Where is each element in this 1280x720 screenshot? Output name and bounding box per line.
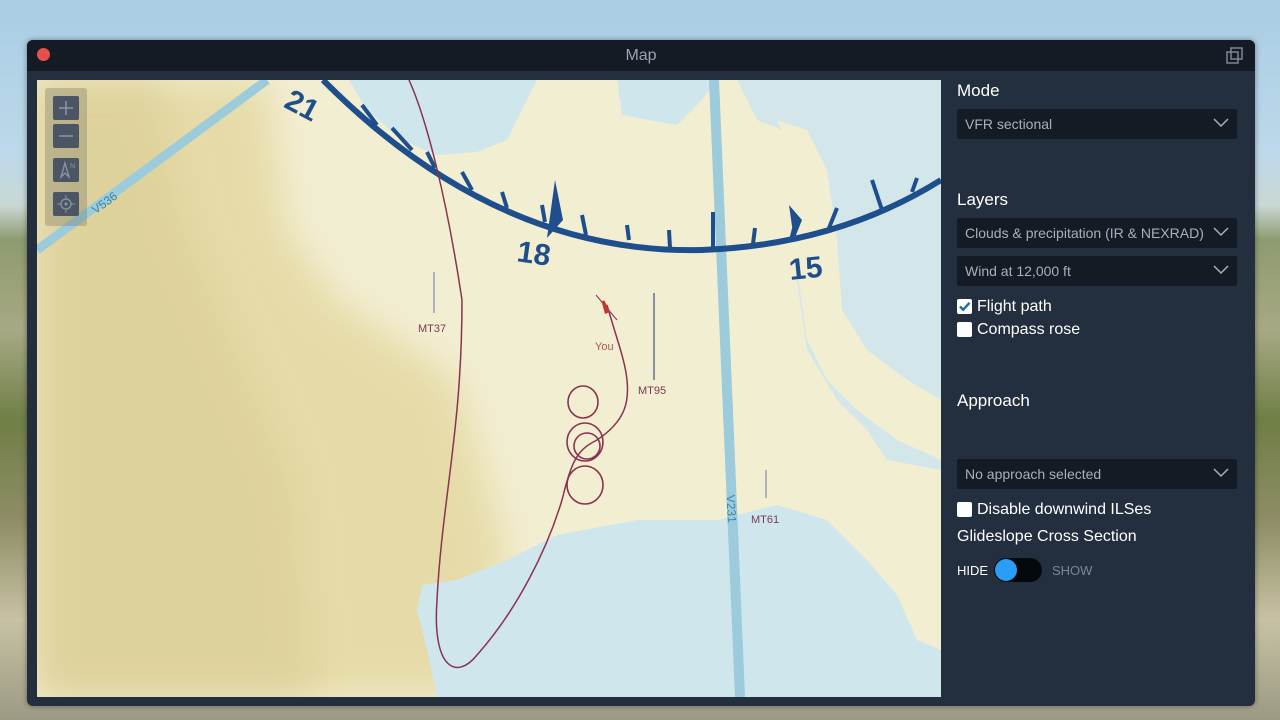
chevron-down-icon bbox=[1213, 468, 1229, 478]
window-title: Map bbox=[625, 47, 657, 64]
airway-label-v231: V231 bbox=[723, 494, 738, 523]
toggle-show-label: SHOW bbox=[1052, 563, 1093, 578]
plus-icon bbox=[59, 101, 73, 115]
chevron-down-icon bbox=[1213, 227, 1229, 237]
zoom-out-button[interactable] bbox=[53, 124, 79, 148]
compass-label-15: 15 bbox=[787, 251, 824, 287]
map-canvas: V536 V231 21 18 15 bbox=[37, 80, 941, 697]
north-arrow-icon: N bbox=[59, 160, 75, 180]
layers-title: Layers bbox=[957, 190, 1009, 209]
compass-label-21: 21 bbox=[279, 83, 324, 128]
map-window: Map V536 V231 21 18 15 MT37 MT95 MT61 Yo… bbox=[27, 40, 1255, 706]
compass-rose-checkbox[interactable] bbox=[957, 322, 972, 337]
disable-downwind-checkbox[interactable] bbox=[957, 502, 972, 517]
airport-label-mt95[interactable]: MT95 bbox=[638, 385, 666, 397]
airport-label-mt61[interactable]: MT61 bbox=[751, 514, 779, 526]
title-bar[interactable]: Map bbox=[27, 40, 1255, 71]
compass-rose-label: Compass rose bbox=[977, 321, 1081, 338]
wind-layer-dropdown[interactable]: Wind at 12,000 ft bbox=[957, 256, 1237, 286]
center-on-aircraft-button[interactable] bbox=[53, 192, 79, 216]
toggle-knob[interactable] bbox=[995, 559, 1017, 581]
zoom-in-button[interactable] bbox=[53, 96, 79, 120]
svg-text:N: N bbox=[70, 163, 75, 170]
popout-window-icon[interactable] bbox=[1225, 46, 1245, 66]
map-view[interactable]: V536 V231 21 18 15 MT37 MT95 MT61 You N bbox=[37, 80, 941, 697]
flight-path-loops bbox=[566, 385, 604, 505]
weather-layer-dropdown[interactable]: Clouds & precipitation (IR & NEXRAD) bbox=[957, 218, 1237, 248]
wind-layer-selected: Wind at 12,000 ft bbox=[965, 263, 1071, 279]
map-controls: N bbox=[45, 88, 87, 226]
airport-label-mt37[interactable]: MT37 bbox=[418, 323, 446, 335]
approach-dropdown[interactable]: No approach selected bbox=[957, 459, 1237, 489]
glideslope-toggle[interactable] bbox=[994, 558, 1042, 582]
mode-title: Mode bbox=[957, 81, 1000, 100]
crosshair-icon bbox=[57, 195, 75, 213]
glideslope-toggle-row: HIDE SHOW bbox=[957, 557, 1237, 583]
disable-downwind-label: Disable downwind ILSes bbox=[977, 501, 1152, 518]
mode-dropdown[interactable]: VFR sectional bbox=[957, 109, 1237, 139]
north-up-button[interactable]: N bbox=[53, 158, 79, 182]
toggle-hide-label: HIDE bbox=[957, 563, 989, 578]
glideslope-title: Glideslope Cross Section bbox=[957, 528, 1137, 545]
aircraft-icon[interactable] bbox=[595, 294, 618, 321]
minus-icon bbox=[59, 135, 73, 137]
approach-selected: No approach selected bbox=[965, 466, 1102, 482]
flight-path-label: Flight path bbox=[977, 298, 1052, 315]
flight-path-checkbox[interactable] bbox=[957, 299, 972, 314]
compass-label-18: 18 bbox=[515, 235, 553, 272]
chevron-down-icon bbox=[1213, 118, 1229, 128]
mode-selected: VFR sectional bbox=[965, 116, 1053, 132]
approach-title: Approach bbox=[957, 391, 1030, 410]
weather-layer-selected: Clouds & precipitation (IR & NEXRAD) bbox=[965, 225, 1204, 241]
aircraft-label: You bbox=[595, 341, 614, 353]
checkmark-icon bbox=[959, 301, 971, 312]
chevron-down-icon bbox=[1213, 265, 1229, 275]
